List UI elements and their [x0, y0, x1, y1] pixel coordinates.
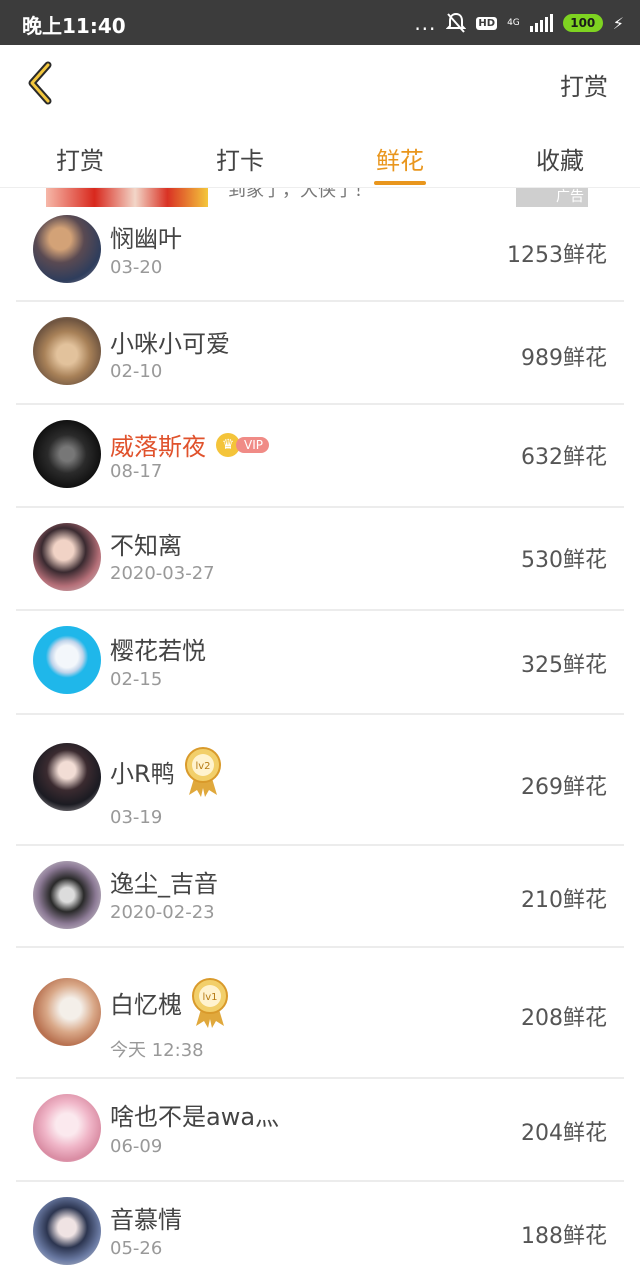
user-name: 不知离 [110, 532, 182, 560]
user-name-row: 白忆槐 lv1 [110, 976, 230, 1028]
list-item[interactable]: 威落斯夜 ♛ VIP 08-17 632鲜花 [0, 403, 640, 508]
charging-icon: ⚡ [612, 13, 624, 33]
list-item[interactable]: 白忆槐 lv1 今天 12:38 208鲜花 [0, 946, 640, 1079]
avatar[interactable] [33, 626, 101, 694]
battery-icon: 100 [562, 14, 603, 32]
list-item[interactable]: 啥也不是awa灬 06-09 204鲜花 [0, 1077, 640, 1182]
tab-reward[interactable]: 打赏 [0, 125, 160, 187]
list-item[interactable]: 悯幽叶 03-20 1253鲜花 [0, 207, 640, 302]
gift-date: 2020-03-27 [110, 563, 215, 584]
nav-bar: 打赏 [0, 45, 640, 125]
tab-favorites[interactable]: 收藏 [480, 125, 640, 187]
tab-checkin[interactable]: 打卡 [160, 125, 320, 187]
status-icons: ... HD 4G 100 ⚡ [414, 10, 624, 36]
user-name: 悯幽叶 [110, 225, 182, 253]
flower-count: 632鲜花 [521, 445, 607, 470]
avatar[interactable] [33, 420, 101, 488]
avatar[interactable] [33, 978, 101, 1046]
more-dots-icon: ... [414, 11, 437, 35]
level-text: lv1 [202, 992, 217, 1003]
flower-count: 210鲜花 [521, 888, 607, 913]
gift-date: 02-15 [110, 669, 163, 690]
level-medal-icon: lv2 [184, 747, 221, 797]
mute-bell-icon [446, 12, 467, 33]
flower-count: 208鲜花 [521, 1006, 607, 1031]
list-item[interactable]: 小咪小可爱 02-10 989鲜花 [0, 300, 640, 405]
user-name: 音慕情 [110, 1206, 182, 1234]
back-icon[interactable] [24, 61, 58, 105]
tab-flowers[interactable]: 鲜花 [320, 125, 480, 187]
tab-bar: 打赏 打卡 鲜花 收藏 [0, 125, 640, 187]
ad-tag: 广告 [516, 188, 588, 207]
user-name: 小R鸭 [110, 759, 175, 788]
level-medal-icon: lv1 [192, 978, 228, 1028]
list-item[interactable]: 小R鸭 lv2 03-19 269鲜花 [0, 713, 640, 846]
gift-date: 02-10 [110, 361, 163, 382]
network-type: 4G [507, 18, 520, 28]
user-name-row: 小R鸭 lv2 [110, 745, 223, 797]
status-bar: 晚上11:40 ... HD 4G 100 ⚡ [0, 0, 640, 45]
avatar[interactable] [33, 1197, 101, 1265]
user-name: 威落斯夜 [110, 433, 206, 461]
avatar[interactable] [33, 1094, 101, 1162]
avatar[interactable] [33, 861, 101, 929]
flower-count: 325鲜花 [521, 653, 607, 678]
gift-date: 08-17 [110, 461, 163, 482]
user-name: 白忆槐 [110, 990, 182, 1019]
ad-text: 到家了，大侠了！ [228, 187, 372, 201]
gift-date: 03-19 [110, 807, 163, 828]
flower-count: 269鲜花 [521, 775, 607, 800]
flower-count: 530鲜花 [521, 548, 607, 573]
gift-date: 05-26 [110, 1238, 163, 1259]
avatar[interactable] [33, 523, 101, 591]
avatar[interactable] [33, 215, 101, 283]
avatar[interactable] [33, 317, 101, 385]
ad-banner[interactable]: 到家了，大侠了！ 广告 [0, 187, 640, 207]
gift-date: 2020-02-23 [110, 902, 215, 923]
flower-list: 悯幽叶 03-20 1253鲜花 小咪小可爱 02-10 989鲜花 威落斯夜 … [0, 207, 640, 1280]
flower-count: 188鲜花 [521, 1224, 607, 1249]
user-name: 啥也不是awa灬 [110, 1103, 280, 1131]
hd-icon: HD [476, 16, 498, 30]
status-time: 晚上11:40 [22, 14, 126, 38]
signal-icon [529, 14, 553, 32]
vip-tag: VIP [236, 436, 269, 453]
user-name: 逸尘_吉音 [110, 870, 218, 898]
avatar[interactable] [33, 743, 101, 811]
gift-date: 今天 12:38 [110, 1040, 204, 1061]
gift-date: 06-09 [110, 1136, 163, 1157]
flower-count: 204鲜花 [521, 1121, 607, 1146]
list-item[interactable]: 音慕情 05-26 188鲜花 [0, 1180, 640, 1280]
gift-date: 03-20 [110, 257, 163, 278]
level-text: lv2 [195, 761, 210, 772]
reward-button[interactable]: 打赏 [560, 67, 608, 102]
flower-count: 1253鲜花 [507, 243, 607, 268]
ad-image [46, 188, 208, 207]
list-item[interactable]: 樱花若悦 02-15 325鲜花 [0, 609, 640, 715]
vip-badge: ♛ VIP [216, 432, 269, 457]
user-name: 小咪小可爱 [110, 330, 230, 358]
list-item[interactable]: 不知离 2020-03-27 530鲜花 [0, 506, 640, 611]
flower-count: 989鲜花 [521, 346, 607, 371]
user-name-row: 威落斯夜 ♛ VIP [110, 427, 269, 462]
user-name: 樱花若悦 [110, 637, 206, 665]
list-item[interactable]: 逸尘_吉音 2020-02-23 210鲜花 [0, 844, 640, 948]
